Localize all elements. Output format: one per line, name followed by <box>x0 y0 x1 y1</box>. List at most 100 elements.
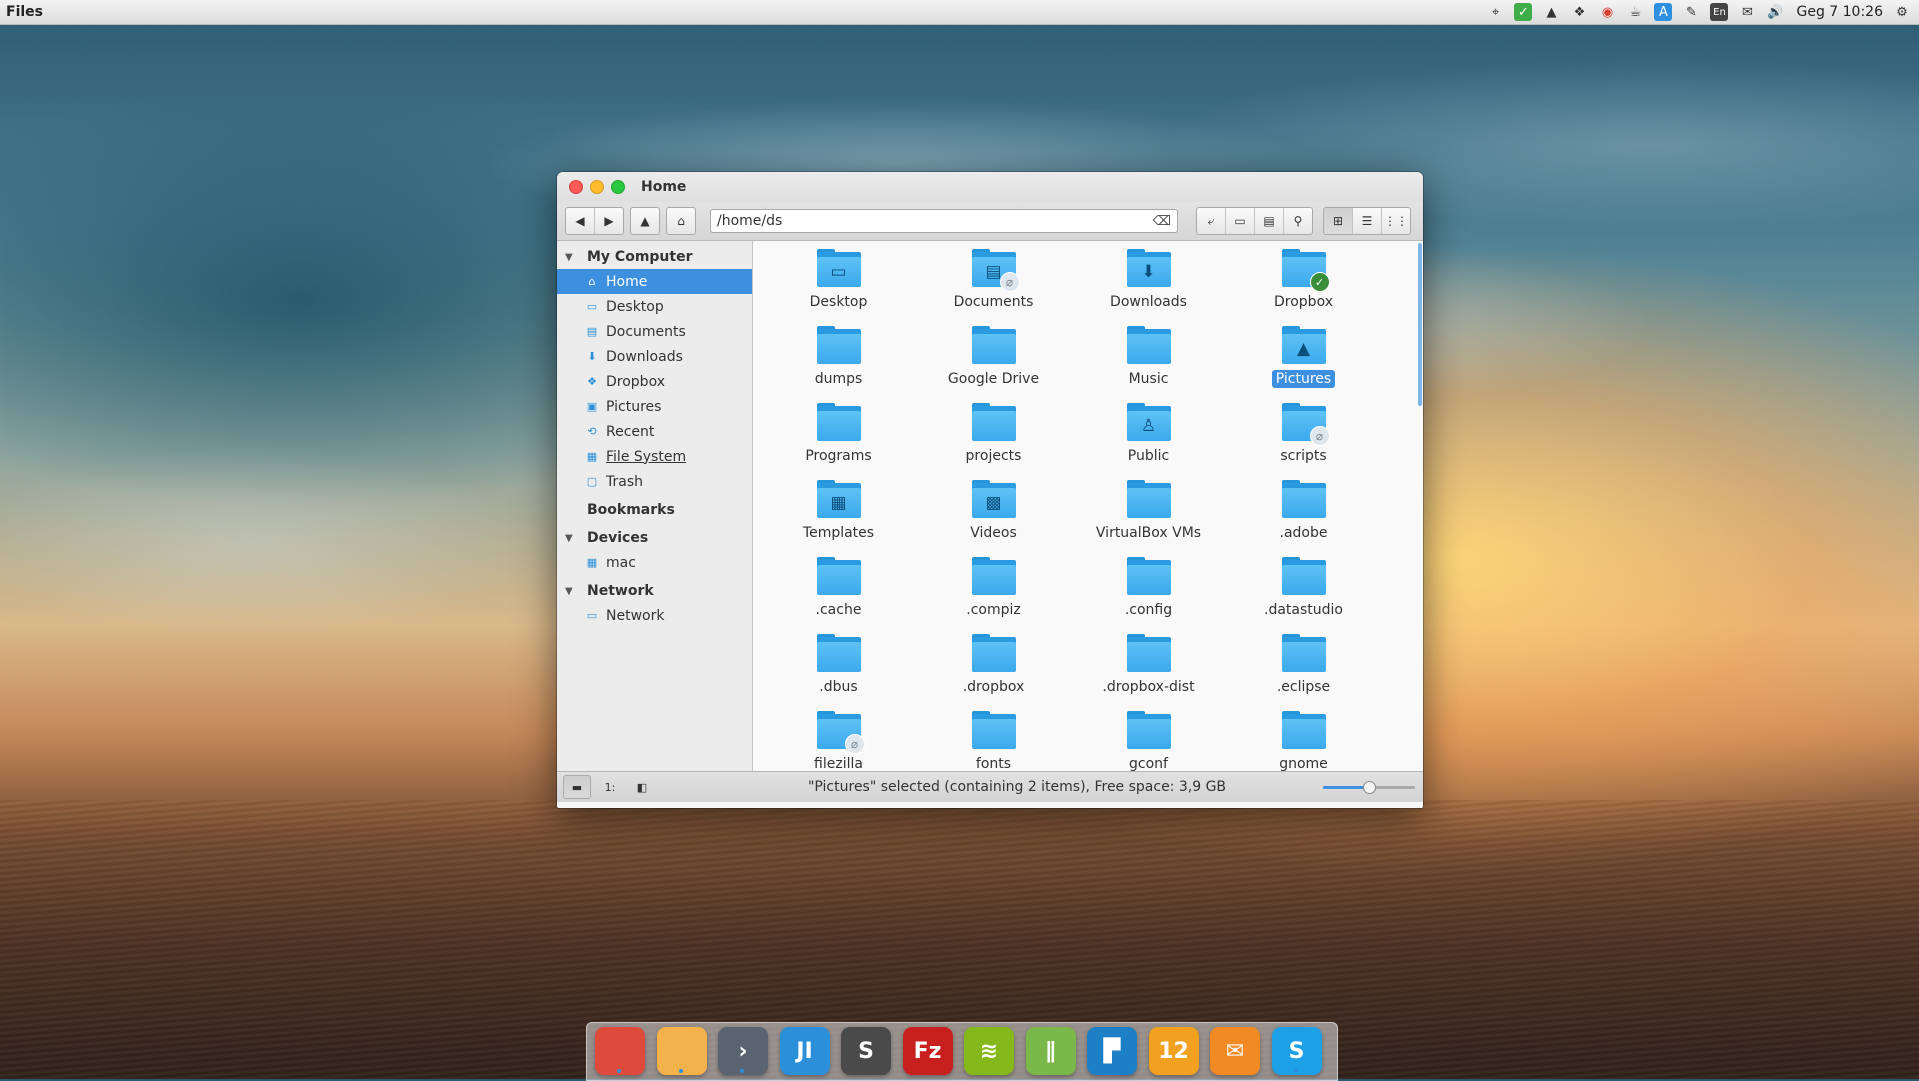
clock[interactable]: Geg 7 10:26 <box>1796 4 1883 20</box>
folder-item[interactable]: ♙ Public <box>1071 403 1226 480</box>
folder-item[interactable]: ✓ Dropbox <box>1226 249 1381 326</box>
folder-item[interactable]: ▤ ⌀ Documents <box>916 249 1071 326</box>
sidebar-item-downloads[interactable]: ⬇ Downloads <box>557 344 752 369</box>
sidebar-section-my-computer[interactable]: ▼ My Computer <box>557 245 752 269</box>
sidebar-item-mac[interactable]: ▦ mac <box>557 550 752 575</box>
sidebar-section-bookmarks[interactable]: Bookmarks <box>557 498 752 522</box>
clear-location-icon[interactable]: ⌫ <box>1153 214 1171 229</box>
home-button[interactable]: ⌂ <box>666 207 696 235</box>
network-icon[interactable]: ⌖ <box>1486 3 1504 21</box>
minimize-window-button[interactable] <box>590 180 604 194</box>
sidebar-item-documents[interactable]: ▤ Documents <box>557 319 752 344</box>
chrome-app[interactable] <box>595 1027 645 1075</box>
icon-view-button[interactable]: ⊞ <box>1324 208 1353 234</box>
sidebar-item-recent[interactable]: ⟲ Recent <box>557 419 752 444</box>
close-window-button[interactable] <box>569 180 583 194</box>
folder-item[interactable]: .config <box>1071 557 1226 634</box>
spotify-app[interactable]: ≋ <box>964 1027 1014 1075</box>
sidebar-section-devices[interactable]: ▼ Devices <box>557 526 752 550</box>
folder-item[interactable]: ⌀ scripts <box>1226 403 1381 480</box>
app-store-icon[interactable]: A <box>1654 3 1673 21</box>
folder-item[interactable]: .dbus <box>761 634 916 711</box>
forward-button[interactable]: ▶ <box>595 208 623 234</box>
sidebar-item-file-system[interactable]: ▦ File System <box>557 444 752 469</box>
folder-item[interactable]: .dropbox <box>916 634 1071 711</box>
chrome-icon[interactable]: ◉ <box>1598 3 1616 21</box>
folder-item[interactable]: .dropbox-dist <box>1071 634 1226 711</box>
dropbox-icon[interactable]: ❖ <box>1570 3 1588 21</box>
places-sidebar-button[interactable]: ▬ <box>563 775 591 799</box>
zoom-slider[interactable] <box>1323 781 1415 794</box>
toggle-sidebar-button[interactable]: ◧ <box>629 776 655 798</box>
sidebar-item-dropbox[interactable]: ❖ Dropbox <box>557 369 752 394</box>
folder-item[interactable]: .compiz <box>916 557 1071 634</box>
zoom-slider-handle[interactable] <box>1363 781 1376 794</box>
folder-item[interactable]: ▩ Videos <box>916 480 1071 557</box>
maximize-window-button[interactable] <box>611 180 625 194</box>
expand-triangle-icon[interactable]: ▼ <box>565 586 577 597</box>
folder-item[interactable]: ⬇ Downloads <box>1071 249 1226 326</box>
folder-label: gnome <box>1279 756 1328 771</box>
calendar-app[interactable]: 12 <box>1148 1027 1199 1075</box>
intellij-app[interactable]: JI <box>779 1027 830 1075</box>
caffeine-icon[interactable]: ☕ <box>1626 3 1644 21</box>
mail-app[interactable]: ✉ <box>1210 1027 1260 1075</box>
back-button[interactable]: ◀ <box>566 208 595 234</box>
folder-item[interactable]: .datastudio <box>1226 557 1381 634</box>
folder-item[interactable]: ▭ Desktop <box>761 249 916 326</box>
search-icon[interactable]: ⚲ <box>1284 208 1312 234</box>
folder-item[interactable]: .eclipse <box>1226 634 1381 711</box>
keyboard-layout-icon[interactable]: En <box>1710 3 1729 21</box>
tree-sidebar-button[interactable]: 1: <box>597 776 623 798</box>
expand-triangle-icon[interactable]: ▼ <box>565 252 577 263</box>
location-bar[interactable]: /home/ds ⌫ <box>710 209 1178 233</box>
sublime-app[interactable]: S <box>841 1027 891 1075</box>
folder-item[interactable]: ⌀ filezilla <box>761 711 916 771</box>
folder-item[interactable]: .adobe <box>1226 480 1381 557</box>
folder-item[interactable]: fonts <box>916 711 1071 771</box>
folder-item[interactable]: Programs <box>761 403 916 480</box>
sidebar-section-network[interactable]: ▼ Network <box>557 579 752 603</box>
pen-icon[interactable]: ✎ <box>1682 3 1700 21</box>
dropbox-icon: ❖ <box>587 375 597 388</box>
sidebar-item-pictures[interactable]: ▣ Pictures <box>557 394 752 419</box>
folder-item[interactable]: VirtualBox VMs <box>1071 480 1226 557</box>
up-button[interactable]: ▲ <box>630 207 660 235</box>
compact-view-button[interactable]: ⋮⋮ <box>1382 208 1410 234</box>
files-app[interactable] <box>656 1027 707 1075</box>
settings-gear-icon[interactable]: ⚙ <box>1893 3 1911 21</box>
mail-icon[interactable]: ✉ <box>1738 3 1756 21</box>
skype-app[interactable]: S <box>1271 1027 1322 1075</box>
list-view-button[interactable]: ☰ <box>1353 208 1382 234</box>
app-menu-title[interactable]: Files <box>6 4 43 20</box>
title-bar[interactable]: Home <box>557 172 1423 202</box>
folder-icon <box>1280 557 1328 597</box>
new-folder-icon[interactable]: ▤ <box>1255 208 1284 234</box>
folder-item[interactable]: .cache <box>761 557 916 634</box>
google-drive-icon[interactable]: ▲ <box>1542 3 1560 21</box>
trello-app[interactable]: ▛ <box>1087 1027 1137 1075</box>
sidebar-item-trash[interactable]: ▢ Trash <box>557 469 752 494</box>
file-view[interactable]: ▭ Desktop ▤ ⌀ Documents ⬇ Downloads ✓ Dropbox dum… <box>753 241 1423 771</box>
sidebar-item-network[interactable]: ▭ Network <box>557 603 752 628</box>
vertical-scrollbar[interactable] <box>1418 243 1422 406</box>
toggle-location-icon[interactable]: ⤶ <box>1197 208 1226 234</box>
folder-item[interactable]: gconf <box>1071 711 1226 771</box>
folder-item[interactable]: dumps <box>761 326 916 403</box>
folder-item[interactable]: gnome <box>1226 711 1381 771</box>
expand-triangle-icon[interactable]: ▼ <box>565 533 577 544</box>
folder-label: Public <box>1127 448 1170 464</box>
terminal-app[interactable]: › <box>718 1027 768 1075</box>
folder-item[interactable]: ▦ Templates <box>761 480 916 557</box>
open-terminal-icon[interactable]: ▭ <box>1226 208 1255 234</box>
feedly-app[interactable]: ∥ <box>1025 1027 1076 1075</box>
check-icon[interactable]: ✓ <box>1514 3 1533 21</box>
sidebar-item-desktop[interactable]: ▭ Desktop <box>557 294 752 319</box>
filezilla-app[interactable]: Fz <box>902 1027 953 1075</box>
folder-item[interactable]: Music <box>1071 326 1226 403</box>
volume-icon[interactable]: 🔊 <box>1766 3 1784 21</box>
sidebar-item-home[interactable]: ⌂ Home <box>557 269 752 294</box>
folder-item[interactable]: Google Drive <box>916 326 1071 403</box>
folder-item[interactable]: projects <box>916 403 1071 480</box>
folder-item[interactable]: ▲ Pictures <box>1226 326 1381 403</box>
